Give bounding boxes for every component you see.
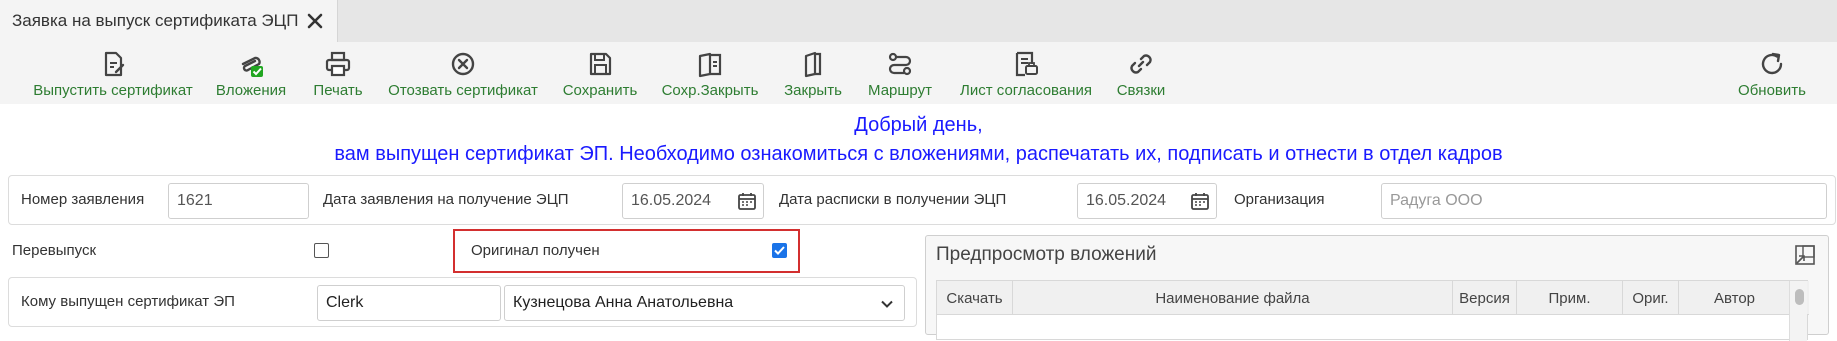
scrollbar-thumb[interactable] — [1795, 289, 1804, 305]
issued-to-login: Clerk — [326, 294, 364, 311]
tab-request[interactable]: Заявка на выпуск сертификата ЭЦП — [0, 0, 338, 42]
issued-to-login-field[interactable]: Clerk — [317, 285, 501, 321]
tab-strip: Заявка на выпуск сертификата ЭЦП — [0, 0, 1837, 42]
column-header-version[interactable]: Версия — [1453, 281, 1517, 315]
link-icon — [1130, 54, 1152, 74]
toolbar-label: Обновить — [1738, 82, 1806, 99]
chevron-down-icon[interactable] — [880, 297, 894, 311]
print-icon — [325, 51, 351, 77]
route-button[interactable]: Маршрут — [864, 50, 936, 102]
save-close-icon — [698, 52, 722, 78]
toolbar-label: Закрыть — [784, 82, 842, 99]
approval-sheet-button[interactable]: Лист согласования — [956, 50, 1096, 102]
close-button[interactable]: Закрыть — [781, 50, 845, 102]
route-icon — [888, 52, 912, 76]
toolbar-label: Лист согласования — [960, 82, 1092, 99]
save-close-button[interactable]: Сохр.Закрыть — [660, 50, 760, 102]
receipt-date-field[interactable]: 16.05.2024 — [1077, 183, 1217, 219]
save-button[interactable]: Сохранить — [561, 50, 639, 102]
app-number-label: Номер заявления — [21, 191, 145, 208]
revoke-certificate-button[interactable]: Отозвать сертификат — [385, 50, 541, 102]
calendar-icon[interactable] — [1190, 191, 1210, 211]
close-icon[interactable] — [305, 11, 325, 31]
preview-title: Предпросмотр вложений — [936, 244, 1157, 265]
approval-sheet-icon — [1015, 51, 1038, 77]
app-number-field[interactable]: 1621 — [168, 183, 309, 219]
refresh-icon — [1761, 52, 1783, 75]
column-header-author[interactable]: Автор — [1679, 281, 1791, 315]
attachments-preview-panel: Предпросмотр вложений Скачать Наименован… — [925, 235, 1829, 341]
tab-title: Заявка на выпуск сертификата ЭЦП — [12, 11, 299, 30]
organization-field[interactable]: Радуга ООО — [1381, 183, 1827, 219]
toolbar-label: Сохр.Закрыть — [661, 82, 759, 99]
column-header-filename[interactable]: Наименование файла — [1013, 281, 1453, 315]
organization-label: Организация — [1234, 191, 1325, 208]
app-date-value: 16.05.2024 — [631, 192, 712, 209]
toolbar: Выпустить сертификат Вложения Печать Ото… — [0, 42, 1837, 104]
attachments-button[interactable]: Вложения — [214, 50, 288, 102]
greeting-line-1: Добрый день, — [854, 114, 983, 136]
app-date-field[interactable]: 16.05.2024 — [622, 183, 764, 219]
toolbar-label: Связки — [1116, 82, 1166, 99]
print-button[interactable]: Печать — [310, 50, 366, 102]
app-number-value: 1621 — [177, 192, 213, 209]
issue-certificate-icon — [104, 51, 125, 77]
app-date-label: Дата заявления на получение ЭЦП — [323, 191, 569, 208]
receipt-date-label: Дата расписки в получении ЭЦП — [779, 191, 1007, 208]
issued-to-name-select[interactable]: Кузнецова Анна Анатольевна — [504, 285, 905, 321]
column-header-note[interactable]: Прим. — [1517, 281, 1623, 315]
greeting-line-2: вам выпущен сертификат ЭП. Необходимо оз… — [334, 143, 1503, 165]
attachments-grid: Скачать Наименование файла Версия Прим. … — [936, 280, 1809, 341]
column-header-download[interactable]: Скачать — [937, 281, 1013, 315]
grid-scrollbar[interactable] — [1789, 281, 1807, 341]
toolbar-label: Маршрут — [868, 82, 932, 99]
grid-header: Скачать Наименование файла Версия Прим. … — [937, 281, 1809, 315]
issued-to-label: Кому выпущен сертификат ЭП — [21, 293, 235, 310]
toolbar-label: Вложения — [215, 82, 287, 99]
links-button[interactable]: Связки — [1114, 50, 1168, 102]
check-icon — [774, 246, 785, 255]
close-doc-icon — [804, 51, 822, 78]
toolbar-label: Печать — [313, 82, 363, 99]
revoke-icon — [451, 52, 475, 76]
toolbar-label: Отозвать сертификат — [388, 82, 538, 99]
original-received-label: Оригинал получен — [471, 242, 600, 259]
refresh-button[interactable]: Обновить — [1736, 50, 1808, 102]
organization-placeholder: Радуга ООО — [1390, 192, 1483, 209]
toolbar-label: Выпустить сертификат — [33, 82, 193, 99]
issued-to-name: Кузнецова Анна Анатольевна — [513, 294, 734, 311]
issue-certificate-button[interactable]: Выпустить сертификат — [30, 50, 196, 102]
original-received-checkbox[interactable] — [772, 243, 787, 258]
expand-icon[interactable] — [1794, 244, 1816, 266]
issued-to-row: Кому выпущен сертификат ЭП Clerk Кузнецо… — [8, 277, 917, 327]
toolbar-label: Сохранить — [562, 82, 638, 99]
reissue-checkbox[interactable] — [314, 243, 329, 258]
calendar-icon[interactable] — [737, 191, 757, 211]
column-header-original[interactable]: Ориг. — [1623, 281, 1679, 315]
receipt-date-value: 16.05.2024 — [1086, 192, 1167, 209]
attachments-icon — [241, 56, 263, 77]
request-info-row: Номер заявления 1621 Дата заявления на п… — [8, 175, 1836, 225]
reissue-label: Перевыпуск — [12, 242, 97, 259]
save-icon — [589, 52, 612, 76]
